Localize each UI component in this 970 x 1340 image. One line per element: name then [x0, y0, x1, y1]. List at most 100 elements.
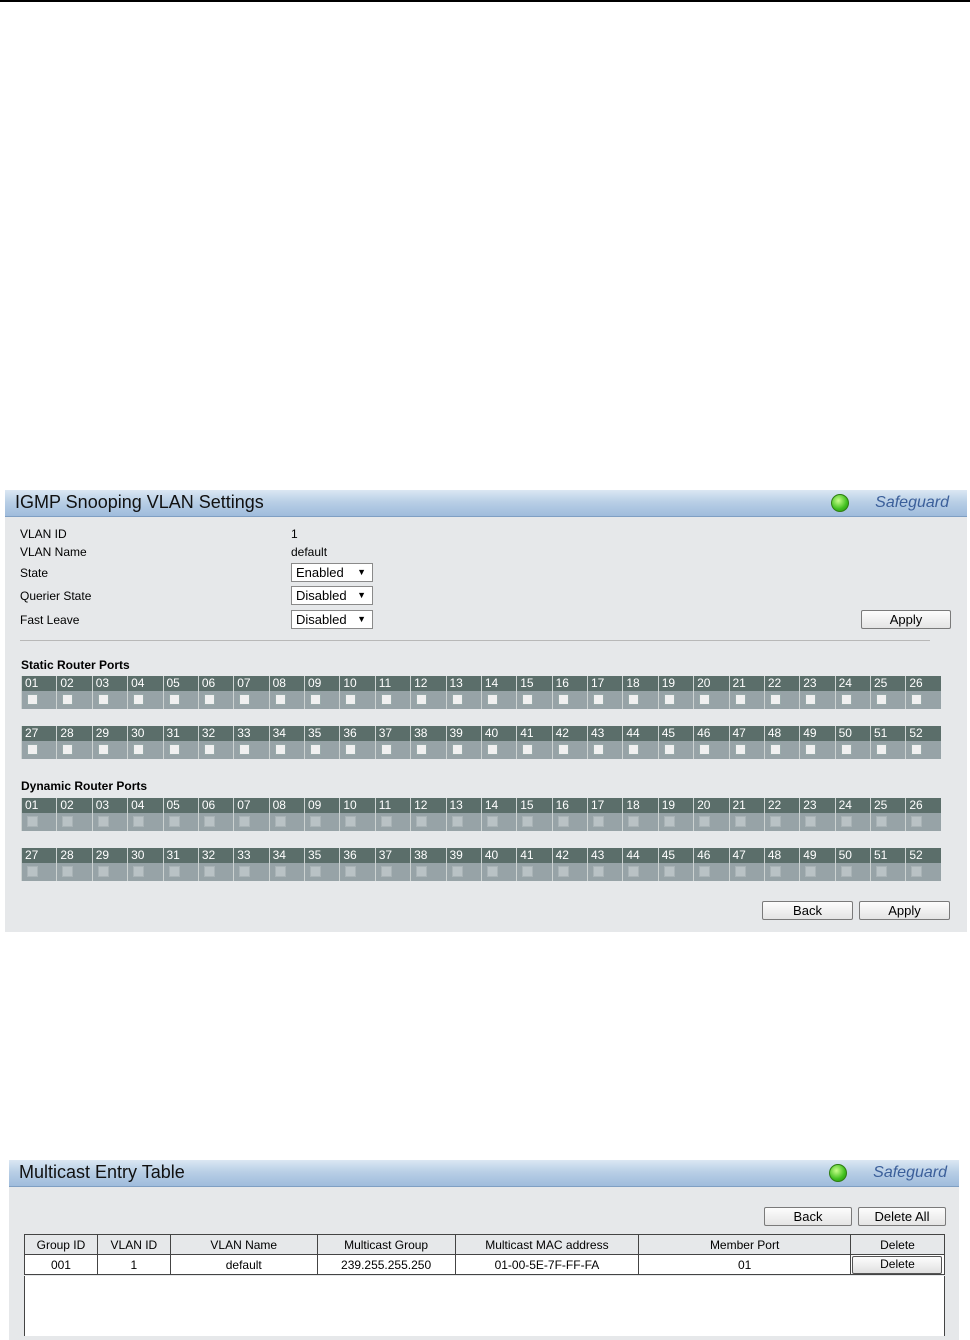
- delete-all-button[interactable]: Delete All: [858, 1207, 946, 1226]
- mc-back-button[interactable]: Back: [764, 1207, 852, 1226]
- static-port-checkbox[interactable]: [911, 694, 923, 705]
- port-number-label: 52: [905, 726, 941, 741]
- static-port-checkbox[interactable]: [310, 744, 321, 755]
- port-checkbox-cell: [127, 741, 163, 759]
- static-port-checkbox[interactable]: [699, 744, 711, 755]
- static-port-checkbox[interactable]: [274, 744, 286, 755]
- dynamic-ports-row-1: 01 02 03 04 05 06 07 08 09 10 11 12 13 14 15 16 17 18 19 20…: [21, 798, 941, 831]
- port-number-label: 04: [127, 676, 163, 691]
- static-port-checkbox[interactable]: [593, 744, 604, 755]
- apply-settings-button[interactable]: Apply: [861, 610, 951, 629]
- static-port-checkbox[interactable]: [133, 744, 145, 755]
- fast-leave-select[interactable]: Disabled ▼: [291, 610, 373, 629]
- col-header-vlan-id: VLAN ID: [96, 1234, 171, 1255]
- static-port-checkbox[interactable]: [805, 694, 817, 705]
- static-port-checkbox[interactable]: [734, 744, 746, 755]
- static-port-checkbox[interactable]: [628, 694, 640, 705]
- static-port-checkbox[interactable]: [628, 744, 640, 755]
- dynamic-port-checkbox: [380, 816, 392, 827]
- static-port-checkbox[interactable]: [699, 694, 711, 705]
- port-number-label: 10: [339, 676, 375, 691]
- static-port-checkbox[interactable]: [734, 694, 746, 705]
- port-number-label: 12: [410, 798, 446, 813]
- dynamic-port-checkbox: [734, 866, 746, 877]
- cell-delete: Delete: [849, 1254, 946, 1275]
- static-port-checkbox[interactable]: [911, 744, 923, 755]
- port-number-label: 40: [480, 848, 517, 863]
- static-port-checkbox[interactable]: [769, 744, 781, 755]
- static-port-checkbox[interactable]: [451, 694, 463, 705]
- port-checkbox-cell: [693, 741, 729, 759]
- static-port-checkbox[interactable]: [168, 694, 180, 705]
- querier-state-select-value: Disabled: [296, 588, 347, 603]
- static-port-checkbox[interactable]: [380, 744, 392, 755]
- static-port-checkbox[interactable]: [239, 744, 251, 755]
- port-checkbox-cell: [693, 813, 729, 831]
- static-port-checkbox[interactable]: [27, 744, 38, 755]
- port-checkbox-cell: [56, 741, 92, 759]
- static-port-checkbox[interactable]: [663, 694, 675, 705]
- dynamic-port-checkbox: [522, 866, 534, 877]
- port-number-label: 09: [304, 798, 340, 813]
- static-port-checkbox[interactable]: [62, 744, 74, 755]
- static-port-checkbox[interactable]: [416, 694, 428, 705]
- static-port-checkbox[interactable]: [239, 694, 251, 705]
- static-port-checkbox[interactable]: [345, 694, 357, 705]
- static-port-checkbox[interactable]: [274, 694, 286, 705]
- static-port-checkbox[interactable]: [522, 694, 534, 705]
- static-port-checkbox[interactable]: [203, 694, 215, 705]
- static-port-checkbox[interactable]: [97, 744, 109, 755]
- static-port-checkbox[interactable]: [345, 744, 357, 755]
- static-port-checkbox[interactable]: [557, 694, 569, 705]
- dynamic-port-checkbox: [27, 816, 38, 827]
- static-port-checkbox[interactable]: [62, 694, 74, 705]
- port-number-label: 32: [197, 726, 234, 741]
- port-checkbox-cell: [516, 863, 552, 881]
- static-port-checkbox[interactable]: [876, 744, 887, 755]
- port-checkbox-cell: [763, 691, 800, 709]
- static-port-checkbox[interactable]: [168, 744, 180, 755]
- back-button[interactable]: Back: [762, 901, 853, 920]
- static-port-checkbox[interactable]: [133, 694, 145, 705]
- port-number-label: 48: [763, 726, 800, 741]
- static-port-checkbox[interactable]: [486, 694, 498, 705]
- port-number-label: 33: [233, 726, 269, 741]
- dynamic-port-checkbox: [345, 816, 357, 827]
- port-number-label: 43: [587, 726, 623, 741]
- static-port-checkbox[interactable]: [203, 744, 215, 755]
- querier-state-select[interactable]: Disabled ▼: [291, 586, 373, 605]
- static-port-checkbox[interactable]: [522, 744, 534, 755]
- port-checkbox-cell: [410, 813, 446, 831]
- state-select[interactable]: Enabled ▼: [291, 563, 373, 582]
- port-checkbox-cell: [516, 691, 552, 709]
- static-port-checkbox[interactable]: [97, 694, 109, 705]
- static-port-checkbox[interactable]: [310, 694, 321, 705]
- static-port-checkbox[interactable]: [876, 694, 887, 705]
- apply-ports-button[interactable]: Apply: [859, 901, 950, 920]
- static-port-checkbox[interactable]: [27, 694, 38, 705]
- port-checkbox-cell: [91, 813, 128, 831]
- static-port-checkbox[interactable]: [840, 744, 852, 755]
- port-number-label: 17: [587, 798, 623, 813]
- static-port-checkbox[interactable]: [557, 744, 569, 755]
- static-port-checkbox[interactable]: [593, 694, 604, 705]
- port-number-label: 44: [622, 848, 658, 863]
- static-port-checkbox[interactable]: [663, 744, 675, 755]
- dynamic-port-checkbox: [62, 866, 74, 877]
- delete-row-button[interactable]: Delete: [852, 1255, 943, 1274]
- static-port-checkbox[interactable]: [451, 744, 463, 755]
- port-number-label: 37: [374, 726, 411, 741]
- dropdown-arrow-icon: ▼: [357, 590, 366, 600]
- static-port-checkbox[interactable]: [769, 694, 781, 705]
- querier-state-label: Querier State: [20, 589, 92, 603]
- port-number-label: 38: [410, 848, 446, 863]
- static-port-checkbox[interactable]: [416, 744, 428, 755]
- dynamic-port-checkbox: [522, 816, 534, 827]
- port-checkbox-cell: [162, 863, 198, 881]
- static-port-checkbox[interactable]: [486, 744, 498, 755]
- static-port-checkbox[interactable]: [840, 694, 852, 705]
- port-checkbox-cell: [551, 863, 587, 881]
- static-port-checkbox[interactable]: [380, 694, 392, 705]
- static-port-checkbox[interactable]: [805, 744, 817, 755]
- port-checkbox-cell: [870, 741, 906, 759]
